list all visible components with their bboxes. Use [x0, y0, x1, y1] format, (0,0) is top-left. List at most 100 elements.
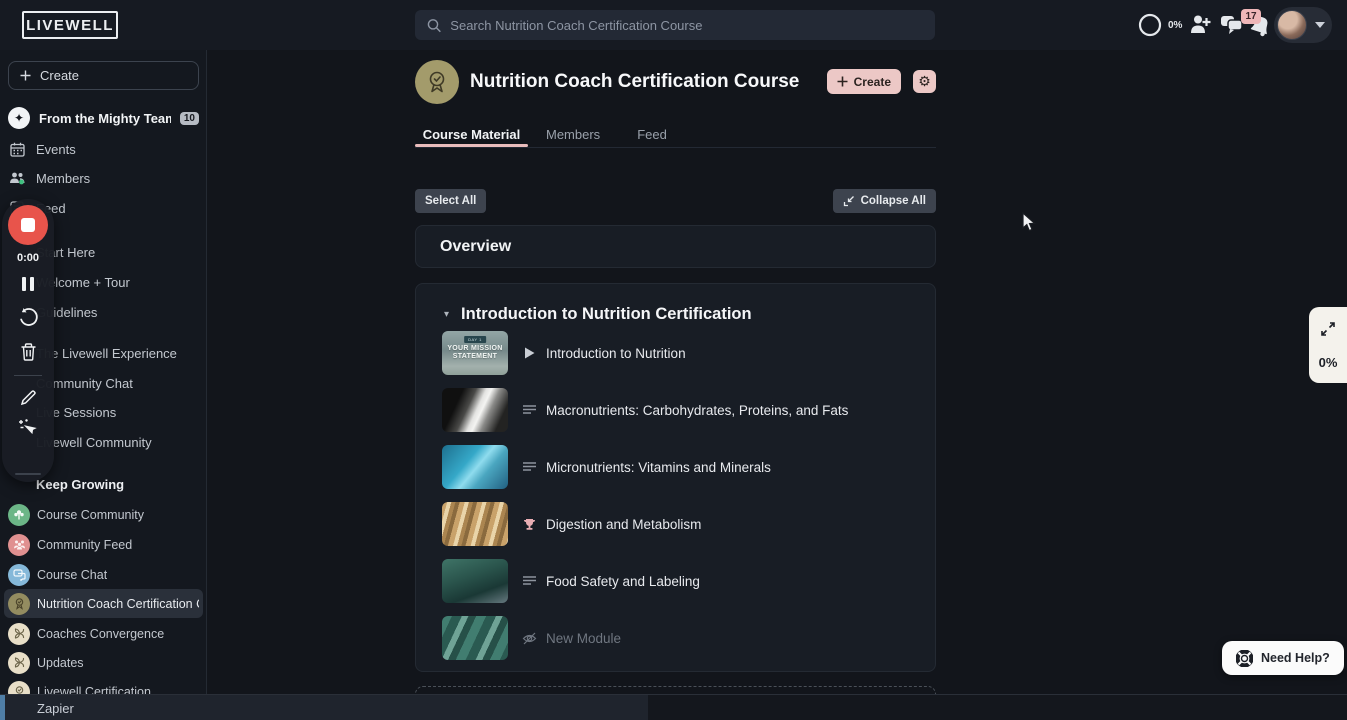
messages-button[interactable] [1220, 14, 1243, 35]
user-avatar [1277, 10, 1307, 40]
chevron-down-icon [1315, 22, 1325, 28]
plus-icon [837, 76, 848, 87]
award-badge-icon [8, 680, 30, 695]
people-icon [8, 533, 30, 556]
gear-icon: ⚙ [918, 73, 931, 89]
person-add-icon [1191, 15, 1211, 33]
overview-section-card[interactable]: Overview [415, 225, 936, 268]
lesson-row-micronutrients[interactable]: Micronutrients: Vitamins and Minerals [442, 445, 912, 489]
module-section-card: ▾ Introduction to Nutrition Certificatio… [415, 283, 936, 672]
pause-recording-button[interactable] [22, 277, 34, 291]
progress-indicator[interactable]: 0% [1138, 13, 1182, 37]
team-name: From the Mighty Team [39, 110, 171, 126]
lesson-thumbnail [442, 388, 508, 432]
zapier-label: Zapier [37, 700, 74, 716]
award-badge-icon [8, 592, 30, 615]
sidebar-item-events[interactable]: Events [8, 138, 199, 160]
restart-recording-button[interactable] [18, 307, 38, 327]
pencil-icon [20, 390, 36, 406]
lesson-thumbnail: DAY 1 YOUR MISSION STATEMENT [442, 331, 508, 375]
sidebar-item-label: Nutrition Coach Certification Course [37, 596, 199, 611]
collapse-all-label: Collapse All [860, 195, 926, 207]
course-badge-icon [415, 59, 459, 104]
sidebar-item-course-chat[interactable]: Course Chat [4, 560, 203, 589]
module-section-header[interactable]: ▾ Introduction to Nutrition Certificatio… [444, 305, 752, 324]
lesson-row-intro-to-nutrition[interactable]: DAY 1 YOUR MISSION STATEMENT Introductio… [442, 331, 912, 375]
recorder-drag-handle[interactable] [15, 473, 41, 475]
trash-icon [21, 343, 35, 361]
plant-icon [8, 503, 30, 526]
stop-icon [21, 218, 35, 232]
team-header[interactable]: ✦ From the Mighty Team 10 [8, 106, 199, 130]
sidebar-item-members[interactable]: Members [8, 167, 199, 189]
calendar-icon [8, 142, 26, 157]
restart-icon [20, 308, 38, 326]
sidebar-item-community-feed[interactable]: Community Feed [4, 530, 203, 559]
sidebar-create-label: Create [40, 68, 80, 83]
play-icon [521, 347, 537, 359]
active-tab-indicator [415, 144, 528, 147]
sidebar-item-livewell-experience[interactable]: The Livewell Experience [36, 343, 177, 363]
collapse-all-button[interactable]: Collapse All [832, 189, 936, 213]
chat-bubbles-icon [1221, 16, 1243, 34]
lesson-row-digestion[interactable]: Digestion and Metabolism [442, 502, 912, 546]
lesson-row-food-safety[interactable]: Food Safety and Labeling [442, 559, 912, 603]
lesson-title: Introduction to Nutrition [546, 345, 686, 361]
recorder-divider [14, 375, 42, 376]
logo-text: LIVEWELL [26, 16, 114, 34]
draw-tool-button[interactable] [20, 389, 37, 406]
lesson-title: Macronutrients: Carbohydrates, Proteins,… [546, 402, 849, 418]
lesson-row-new-module[interactable]: New Module [442, 616, 912, 660]
stop-recording-button[interactable] [8, 205, 48, 245]
trophy-icon [521, 518, 537, 531]
course-progress-widget[interactable]: 0% [1309, 307, 1347, 383]
sidebar-item-nutrition-course[interactable]: Nutrition Coach Certification Course [4, 589, 203, 618]
logo[interactable]: LIVEWELL [22, 11, 118, 39]
progress-label: 0% [1168, 19, 1183, 31]
sidebar-item-course-community[interactable]: Course Community [4, 500, 203, 529]
chat-icon [8, 563, 30, 586]
create-button[interactable]: Create [826, 69, 901, 94]
settings-button[interactable]: ⚙ [913, 70, 936, 93]
lesson-title: Micronutrients: Vitamins and Minerals [546, 459, 771, 475]
lesson-row-macronutrients[interactable]: Macronutrients: Carbohydrates, Proteins,… [442, 388, 912, 432]
click-effects-button[interactable] [18, 418, 38, 437]
sidebar-create-button[interactable]: Create [8, 61, 199, 90]
lesson-thumbnail [442, 502, 508, 546]
invite-member-button[interactable] [1189, 14, 1211, 35]
lifebuoy-icon [1236, 649, 1253, 667]
tab-feed[interactable]: Feed [637, 121, 667, 147]
sidebar-item-label: Coaches Convergence [37, 626, 165, 641]
need-help-button[interactable]: Need Help? [1222, 641, 1344, 675]
lesson-thumbnail [442, 616, 508, 660]
sidebar-item-label: Events [36, 141, 76, 157]
select-all-button[interactable]: Select All [415, 189, 487, 213]
expand-icon [1321, 322, 1335, 336]
sidebar-item-updates[interactable]: Updates [4, 648, 203, 677]
sidebar-item-coaches-convergence[interactable]: Coaches Convergence [4, 619, 203, 648]
search-bar[interactable] [415, 10, 935, 40]
delete-recording-button[interactable] [20, 343, 37, 361]
plus-icon [20, 70, 31, 81]
lesson-thumbnail [442, 559, 508, 603]
content-toolbar: Select All Collapse All [415, 189, 936, 213]
search-input[interactable] [450, 17, 923, 33]
team-count-badge: 10 [179, 111, 199, 125]
sidebar-item-label: Updates [37, 655, 84, 670]
progress-widget-value: 0% [1318, 355, 1338, 370]
need-help-label: Need Help? [1261, 651, 1330, 665]
members-icon [8, 171, 26, 185]
recording-timer: 0:00 [16, 252, 40, 264]
sidebar-item-livewell-certification[interactable]: Livewell Certification [4, 677, 203, 695]
thumbnail-text-line1: YOUR MISSION [447, 345, 503, 352]
pinwheel-icon [8, 622, 30, 645]
notification-count-badge: 17 [1241, 9, 1261, 24]
app-window: Nutrition Coach Certification Course Cre… [0, 0, 1347, 720]
sidebar-item-label: Course Chat [37, 567, 108, 582]
zapier-suggestion-row[interactable]: Zapier [5, 695, 648, 720]
create-button-label: Create [853, 74, 891, 89]
sidebar-section-keep-growing: Keep Growing [36, 476, 125, 492]
tab-members[interactable]: Members [546, 121, 600, 147]
user-menu[interactable] [1274, 7, 1332, 43]
text-lesson-icon [521, 405, 537, 415]
